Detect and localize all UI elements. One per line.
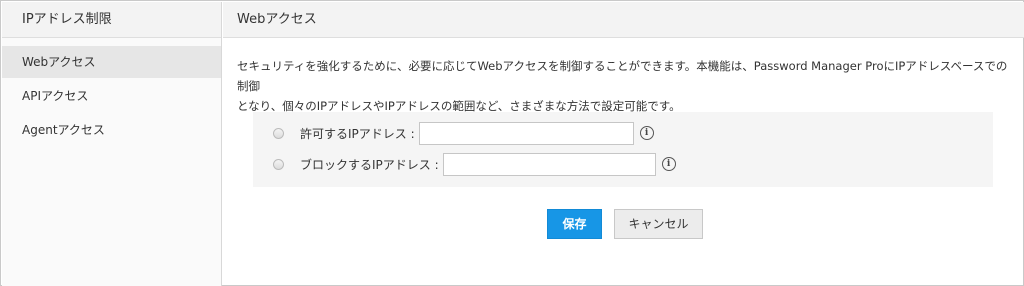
- sidebar: IPアドレス制限 Webアクセス APIアクセス Agentアクセス: [2, 2, 222, 286]
- block-ip-input[interactable]: [442, 152, 656, 176]
- cancel-button[interactable]: キャンセル: [614, 209, 703, 239]
- info-icon[interactable]: i: [639, 126, 654, 140]
- block-ip-radio[interactable]: [273, 158, 284, 170]
- description-line-1: セキュリティを強化するために、必要に応じてWebアクセスを制御することができます…: [237, 59, 1008, 93]
- window-frame: IPアドレス制限 Webアクセス APIアクセス Agentアクセス Webアク…: [0, 0, 1024, 286]
- description: セキュリティを強化するために、必要に応じてWebアクセスを制御することができます…: [237, 56, 1017, 116]
- sidebar-title: IPアドレス制限: [2, 2, 221, 38]
- options-panel: 許可するIPアドレス : i ブロックするIPアドレス : i: [253, 112, 993, 187]
- allow-ip-radio[interactable]: [273, 127, 284, 139]
- page-title: Webアクセス: [223, 2, 1024, 38]
- allow-ip-row: 許可するIPアドレス : i: [273, 121, 654, 145]
- sidebar-item-agent-access[interactable]: Agentアクセス: [2, 114, 221, 146]
- allow-ip-input[interactable]: [418, 121, 634, 145]
- allow-ip-label: 許可するIPアドレス :: [300, 126, 415, 141]
- main-panel: Webアクセス セキュリティを強化するために、必要に応じてWebアクセスを制御す…: [223, 2, 1024, 286]
- block-ip-row: ブロックするIPアドレス : i: [273, 152, 676, 176]
- info-icon[interactable]: i: [661, 157, 676, 171]
- sidebar-item-api-access[interactable]: APIアクセス: [2, 80, 221, 112]
- sidebar-item-web-access[interactable]: Webアクセス: [2, 46, 221, 78]
- sidebar-list: Webアクセス APIアクセス Agentアクセス: [2, 46, 221, 146]
- save-button[interactable]: 保存: [547, 209, 602, 239]
- block-ip-label: ブロックするIPアドレス :: [300, 157, 439, 172]
